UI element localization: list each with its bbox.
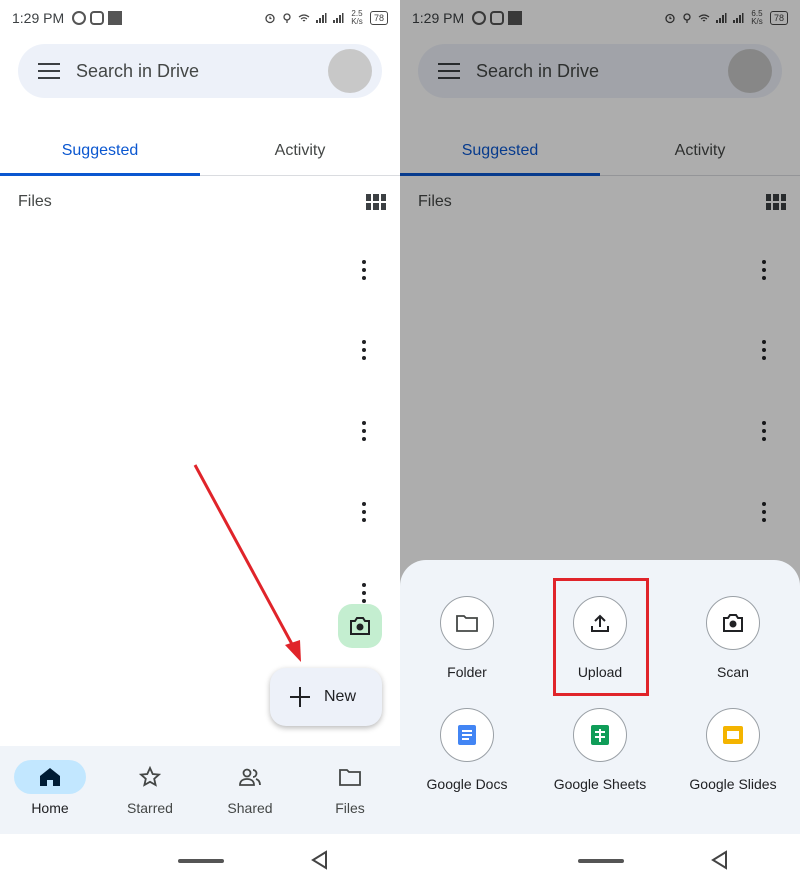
upload-option[interactable]: Upload [535, 596, 665, 680]
tab-activity[interactable]: Activity [200, 126, 400, 175]
files-header: Files [18, 192, 386, 212]
slides-icon [723, 726, 743, 744]
signal-icon [315, 13, 327, 23]
more-options-icon[interactable] [355, 500, 373, 524]
people-icon [239, 768, 261, 786]
menu-icon[interactable] [38, 63, 60, 79]
left-screen: 1:29 PM 2.5 K/s 78 Search in Drive Sugges… [0, 0, 400, 888]
google-docs-option[interactable]: Google Docs [402, 708, 532, 792]
nav-files[interactable]: Files [300, 746, 400, 834]
right-screen: 1:29 PM 6.5 K/s 78 Search in Drive Sugges… [400, 0, 800, 888]
google-slides-option[interactable]: Google Slides [668, 708, 798, 792]
scan-option[interactable]: Scan [668, 596, 798, 680]
plus-icon [290, 687, 310, 707]
grid-view-icon[interactable] [366, 194, 386, 210]
system-navigation-bar [400, 834, 800, 888]
more-options-icon[interactable] [355, 258, 373, 282]
camera-icon [350, 617, 370, 635]
instagram-icon [90, 11, 105, 25]
notification-icon [108, 11, 123, 25]
back-icon[interactable] [710, 850, 728, 870]
files-section-title: Files [18, 193, 52, 210]
account-avatar[interactable] [328, 49, 372, 93]
sheets-icon [591, 725, 609, 745]
tab-suggested[interactable]: Suggested [0, 126, 200, 176]
back-icon[interactable] [310, 850, 328, 870]
tab-bar: Suggested Activity [0, 126, 400, 176]
whatsapp-icon [72, 11, 87, 25]
new-fab-button[interactable]: New [270, 668, 382, 726]
status-time: 1:29 PM [12, 10, 65, 26]
new-button-label: New [324, 688, 357, 705]
folder-icon [339, 769, 361, 786]
network-speed: 2.5 K/s [351, 9, 363, 26]
more-options-icon[interactable] [355, 581, 373, 605]
search-bar[interactable]: Search in Drive [18, 44, 382, 98]
more-options-icon[interactable] [355, 419, 373, 443]
create-folder-option[interactable]: Folder [402, 596, 532, 680]
nav-starred[interactable]: Starred [100, 746, 200, 834]
home-icon [40, 768, 60, 786]
search-input[interactable]: Search in Drive [76, 61, 328, 82]
more-options-icon[interactable] [355, 338, 373, 362]
alarm-icon [265, 13, 275, 24]
battery-indicator: 78 [369, 11, 388, 25]
upload-icon [591, 614, 609, 632]
folder-icon [456, 615, 478, 632]
scan-fab[interactable] [338, 604, 382, 648]
nav-home[interactable]: Home [0, 746, 100, 834]
google-sheets-option[interactable]: Google Sheets [535, 708, 665, 792]
nav-shared[interactable]: Shared [200, 746, 300, 834]
wifi-icon [298, 14, 310, 22]
star-icon [139, 766, 161, 787]
system-navigation-bar [0, 834, 400, 888]
signal-icon [332, 13, 344, 23]
camera-icon [723, 614, 743, 632]
home-gesture-bar[interactable] [578, 859, 624, 863]
docs-icon [458, 725, 476, 745]
location-icon [283, 13, 291, 23]
status-bar: 1:29 PM 2.5 K/s 78 [0, 0, 400, 36]
create-new-sheet: Folder Upload Scan Google Docs Google Sh… [400, 560, 800, 834]
home-gesture-bar[interactable] [178, 859, 224, 863]
bottom-navigation: Home Starred Shared Files [0, 746, 400, 834]
